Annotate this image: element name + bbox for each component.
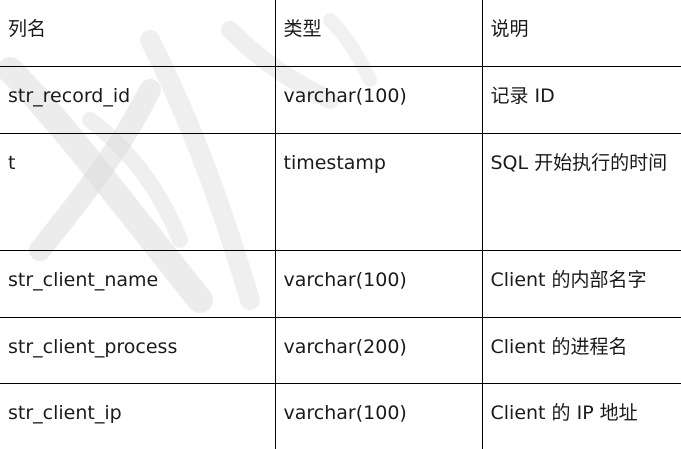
cell-description: 记录 ID	[481, 65, 681, 134]
cell-column-name: str_client_name	[0, 249, 276, 318]
cell-type: varchar(100)	[274, 65, 483, 134]
cell-column-name: t	[0, 132, 276, 251]
table-row: str_client_name varchar(100) Client 的内部名…	[0, 249, 681, 318]
cell-type: varchar(100)	[274, 249, 483, 318]
cell-description: Client 的内部名字	[481, 249, 681, 318]
header-description: 说明	[481, 0, 681, 67]
cell-column-name: str_client_process	[0, 316, 276, 384]
cell-column-name: str_client_ip	[0, 382, 276, 449]
schema-table: 列名 类型 说明 str_record_id varchar(100) 记录 I…	[0, 0, 681, 449]
cell-description: SQL 开始执行的时间	[481, 132, 681, 251]
cell-column-name: str_record_id	[0, 65, 276, 134]
table-row: str_client_ip varchar(100) Client 的 IP 地…	[0, 382, 681, 449]
cell-type: timestamp	[274, 132, 483, 251]
cell-description: Client 的 IP 地址	[481, 382, 681, 449]
table-row: str_record_id varchar(100) 记录 ID	[0, 65, 681, 134]
header-column-name: 列名	[0, 0, 276, 67]
table-row: t timestamp SQL 开始执行的时间	[0, 132, 681, 251]
cell-description: Client 的进程名	[481, 316, 681, 384]
header-type: 类型	[274, 0, 483, 67]
cell-type: varchar(100)	[274, 382, 483, 449]
table-header-row: 列名 类型 说明	[0, 0, 681, 67]
table-row: str_client_process varchar(200) Client 的…	[0, 316, 681, 384]
cell-type: varchar(200)	[274, 316, 483, 384]
